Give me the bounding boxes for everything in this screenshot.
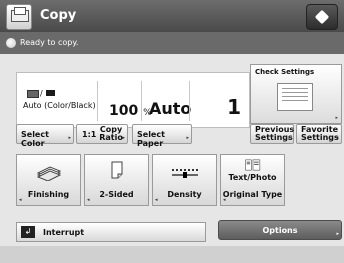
copy-ratio-label: Copy Ratio (99, 125, 123, 142)
finishing-button[interactable]: Finishing ◂ (16, 154, 81, 206)
options-button[interactable]: Options ▸ (218, 220, 342, 240)
check-settings-button[interactable]: Check Settings ▸ (250, 64, 342, 124)
copy-icon (6, 4, 32, 30)
original-type-label: Original Type (222, 190, 283, 199)
finishing-icon (36, 166, 62, 181)
interrupt-button[interactable]: ↲ Interrupt (16, 222, 206, 242)
corner-arrow-icon: ▸ (122, 135, 125, 141)
original-type-value: Text/Photo (228, 173, 277, 182)
original-type-button[interactable]: Text/Photo Original Type ◂ (220, 154, 285, 206)
original-type-icon (245, 159, 261, 171)
corner-arrow-icon: ▸ (68, 135, 71, 141)
corner-arrow-icon: ◂ (19, 197, 22, 203)
density-label: Density (167, 190, 202, 199)
app-title: Copy (40, 8, 77, 23)
corner-arrow-icon: ▸ (288, 135, 291, 141)
check-settings-label: Check Settings (255, 68, 315, 76)
copy-ratio-number: 100 (109, 103, 139, 119)
status-bar: Ready to copy. (0, 32, 344, 54)
corner-arrow-icon: ◂ (223, 197, 226, 203)
divider (141, 81, 142, 121)
copy-settings-display: / Auto (Color/Black) 100 % Auto 1 (16, 72, 250, 128)
two-sided-icon (111, 161, 123, 179)
density-button[interactable]: Density ◂ (152, 154, 217, 206)
status-message: Ready to copy. (20, 38, 79, 47)
paper-value: Auto (149, 99, 192, 118)
two-sided-button[interactable]: 2-Sided ◂ (84, 154, 149, 206)
corner-arrow-icon: ▸ (186, 135, 189, 141)
previous-settings-label: Previous Settings (255, 125, 295, 142)
interrupt-icon: ↲ (21, 226, 35, 238)
corner-arrow-icon: ▸ (336, 135, 339, 141)
divider (189, 81, 190, 121)
interrupt-label: Interrupt (43, 228, 85, 237)
corner-arrow-icon: ◂ (155, 197, 158, 203)
color-swatch-icon (27, 90, 39, 98)
copy-ratio-button[interactable]: 1:1 Copy Ratio ▸ (76, 124, 128, 144)
two-sided-label: 2-Sided (99, 190, 134, 199)
header-bar: Copy (0, 0, 344, 32)
ratio-one-to-one: 1:1 (82, 130, 97, 139)
color-icon-separator: / (40, 89, 43, 98)
color-mode-value: Auto (Color/Black) (23, 101, 96, 110)
corner-arrow-icon: ▸ (336, 231, 339, 237)
home-button[interactable] (306, 4, 338, 30)
select-color-button[interactable]: Select Color ▸ (16, 124, 74, 148)
options-label: Options (262, 226, 298, 235)
favorite-settings-label: Favorite Settings (301, 125, 339, 142)
bottom-status-strip (0, 246, 344, 263)
select-color-label: Select Color (21, 130, 49, 148)
finishing-label: Finishing (27, 190, 70, 199)
select-paper-label: Select Paper (137, 130, 165, 148)
black-swatch-icon (46, 90, 55, 96)
copy-ratio-value: 100 % (109, 103, 152, 119)
favorite-settings-button[interactable]: Favorite Settings ▸ (296, 124, 342, 144)
corner-arrow-icon: ▸ (335, 115, 338, 121)
select-paper-button[interactable]: Select Paper ▸ (132, 124, 192, 148)
copies-count: 1 (227, 95, 241, 119)
density-scale-icon (172, 169, 198, 178)
divider (97, 81, 98, 121)
corner-arrow-icon: ◂ (87, 197, 90, 203)
previous-settings-button[interactable]: Previous Settings ▸ (250, 124, 294, 144)
document-preview-icon (277, 83, 313, 111)
color-mode-icon: / (27, 89, 55, 98)
status-indicator-icon (6, 38, 16, 48)
